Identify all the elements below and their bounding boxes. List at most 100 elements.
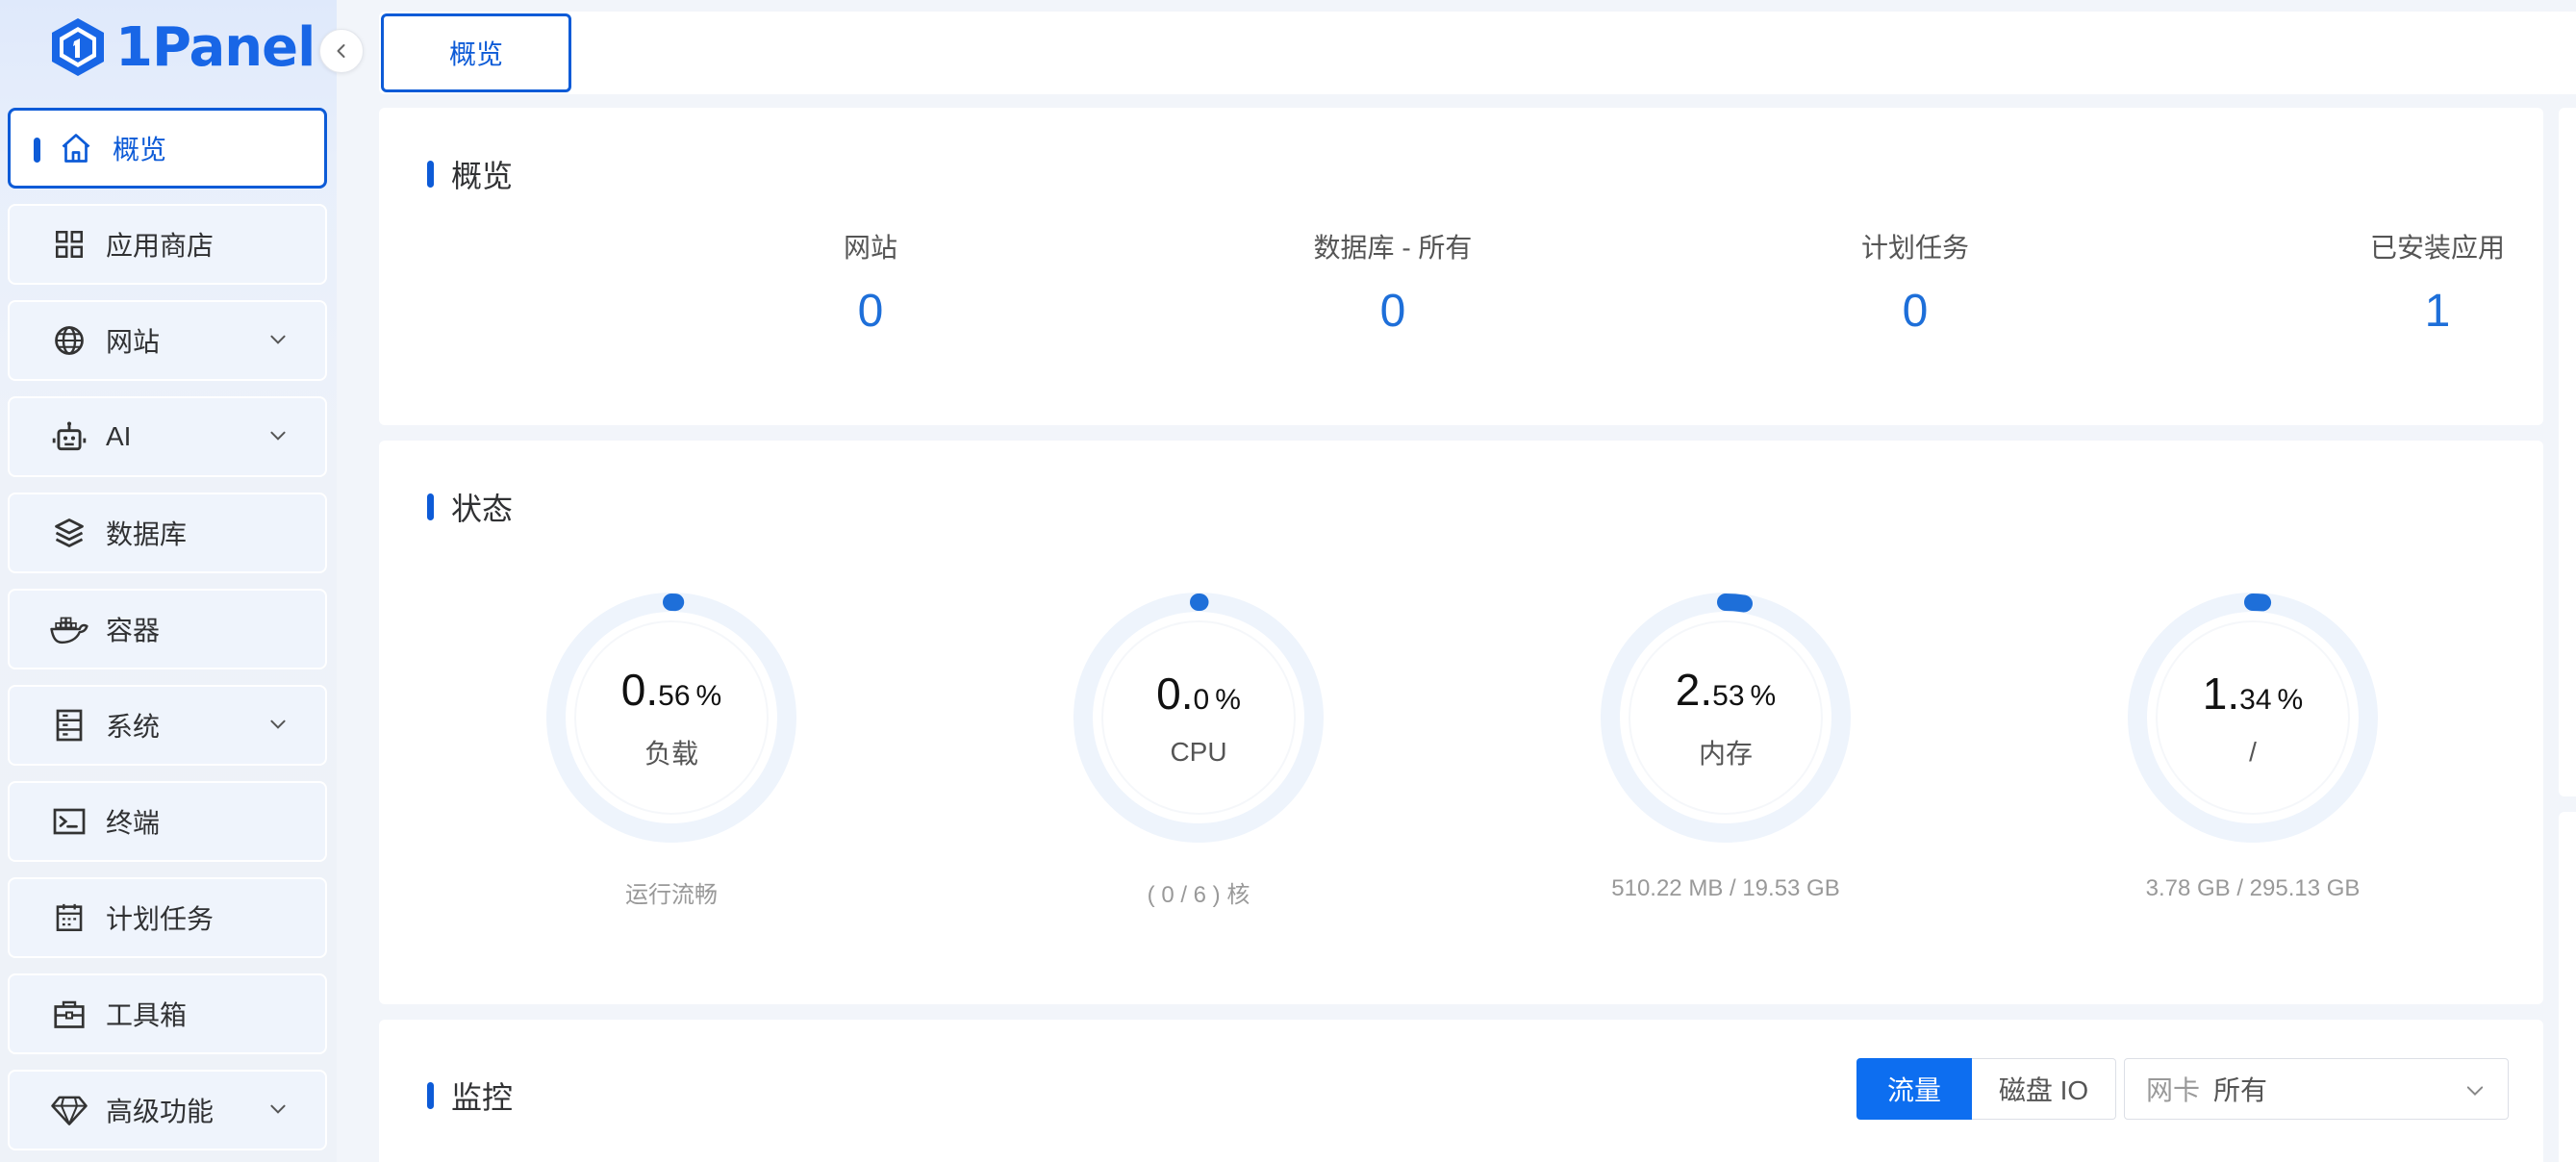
- sidebar-item-label: 终端: [106, 808, 161, 838]
- diamond-icon: [50, 1091, 88, 1129]
- sidebar-item-websites[interactable]: 网站: [8, 300, 327, 381]
- stat-label: 网站: [843, 233, 897, 263]
- gauge-detail: 运行流畅: [625, 882, 718, 908]
- disk-io-tab-button[interactable]: 磁盘 IO: [1972, 1058, 2116, 1120]
- chevron-down-icon: [267, 425, 289, 451]
- stat-value[interactable]: 0: [1200, 285, 1585, 338]
- nic-select-value: 所有: [2213, 1075, 2268, 1105]
- gauge-percent-frac: 34: [2239, 684, 2272, 716]
- logo-icon: [52, 18, 104, 76]
- sidebar-item-label: 概览: [113, 135, 167, 164]
- chevron-down-icon: [267, 714, 289, 740]
- sidebar-item-system[interactable]: 系统: [8, 685, 327, 766]
- gauge-disk[interactable]: 1. 34% / 3.78 GB / 295.13 GB: [2060, 583, 2445, 902]
- card-title-text: 监控: [451, 1080, 514, 1115]
- server-icon: [50, 706, 88, 745]
- chevron-left-icon: [337, 44, 345, 58]
- status-card: 状态 0. 56% 负载 运行流畅 0. 0 % CPU (0 / 6) 核…: [379, 441, 2543, 1004]
- network-card-select[interactable]: 网卡 所有: [2124, 1058, 2509, 1120]
- gauge-percent: 1. 34%: [2203, 668, 2303, 720]
- gauge-name: 内存: [1698, 739, 1753, 769]
- sidebar-item-toolbox[interactable]: 工具箱: [8, 973, 327, 1054]
- gauge-percent-frac: 0: [1193, 684, 1210, 716]
- stat-value[interactable]: 0: [678, 285, 1063, 338]
- monitor-title: 监控: [427, 1074, 513, 1118]
- stat-label: 计划任务: [1860, 233, 1969, 263]
- title-accent-bar: [427, 161, 434, 188]
- robot-icon: [50, 417, 88, 456]
- gauge-center: 1. 34% /: [2060, 583, 2445, 852]
- sidebar-item-advanced-features[interactable]: 高级功能: [8, 1070, 327, 1150]
- sidebar-item-database[interactable]: 数据库: [8, 493, 327, 573]
- gauge-percent-int: 1.: [2202, 669, 2240, 719]
- sidebar-item-label: AI: [106, 421, 132, 451]
- gauge-load[interactable]: 0. 56% 负载 运行流畅: [479, 583, 864, 909]
- gauge-percent-frac: 56: [658, 680, 691, 712]
- terminal-icon: [50, 802, 88, 841]
- sidebar-item-terminal[interactable]: 终端: [8, 781, 327, 862]
- gauge-percent-unit: %: [1750, 680, 1777, 712]
- chevron-down-icon: [2463, 1078, 2487, 1109]
- tab-overview[interactable]: 概览: [381, 13, 571, 92]
- layers-icon: [50, 514, 88, 552]
- title-accent-bar: [427, 1082, 434, 1109]
- sidebar-item-ai[interactable]: AI: [8, 396, 327, 477]
- nic-select-label: 网卡: [2146, 1075, 2201, 1105]
- stat-websites[interactable]: 网站 0: [678, 227, 1063, 338]
- brand-name: 1Panel: [115, 15, 316, 79]
- overview-card: 概览 网站 0 数据库 - 所有 0 计划任务 0 已安装应用 1: [379, 108, 2543, 425]
- gauge-name: CPU: [1170, 737, 1227, 767]
- gauge-percent-unit: %: [2277, 684, 2304, 716]
- calendar-icon: [50, 898, 88, 937]
- gauge-percent-unit: %: [695, 680, 722, 712]
- sidebar-item-containers[interactable]: 容器: [8, 589, 327, 669]
- home-icon: [57, 129, 95, 167]
- gauge-percent: 2. 53%: [1676, 664, 1776, 716]
- gauge-percent: 0. 0%: [1156, 668, 1241, 720]
- gauge-percent-int: 2.: [1675, 665, 1713, 715]
- stat-installed-apps[interactable]: 已安装应用 1: [2245, 227, 2576, 338]
- overview-title: 概览: [427, 152, 513, 196]
- monitor-card: 监控 流量 磁盘 IO 网卡 所有: [379, 1020, 2543, 1162]
- sidebar-item-label: 数据库: [106, 519, 188, 549]
- sidebar-collapse-button[interactable]: [319, 29, 364, 73]
- gauge-center: 0. 0% CPU: [1006, 583, 1391, 852]
- gauge-center: 0. 56% 负载: [479, 583, 864, 852]
- gauge-memory[interactable]: 2. 53% 内存 510.22 MB / 19.53 GB: [1533, 583, 1918, 902]
- sidebar-item-cron-jobs[interactable]: 计划任务: [8, 877, 327, 958]
- gauge-percent-unit: %: [1215, 684, 1241, 716]
- status-title: 状态: [427, 485, 513, 529]
- stat-databases[interactable]: 数据库 - 所有 0: [1200, 227, 1585, 338]
- stat-label: 数据库 - 所有: [1313, 233, 1473, 263]
- card-title-text: 状态: [451, 492, 514, 526]
- sidebar-item-label: 计划任务: [106, 904, 215, 934]
- stat-value[interactable]: 0: [1723, 285, 2108, 338]
- card-title-text: 概览: [451, 159, 514, 193]
- stat-label: 已安装应用: [2369, 233, 2505, 263]
- right-panel-edge: [2559, 108, 2576, 796]
- sidebar-item-label: 容器: [106, 616, 161, 645]
- sidebar-item-label: 系统: [106, 712, 161, 742]
- gauge-detail: 3.78 GB / 295.13 GB: [2145, 875, 2361, 901]
- gauge-percent-frac: 53: [1712, 680, 1745, 712]
- gauge-percent: 0. 56%: [621, 664, 721, 716]
- stat-value[interactable]: 1: [2245, 285, 2576, 338]
- sidebar-item-overview[interactable]: 概览: [8, 108, 327, 189]
- gauge-cpu[interactable]: 0. 0% CPU ( 0 / 6 ) 核: [1006, 583, 1391, 909]
- sidebar-item-label: 应用商店: [106, 231, 215, 261]
- chevron-down-icon: [267, 329, 289, 355]
- gauge-percent-int: 0.: [620, 665, 659, 715]
- app-root: 1Panel 概览 应用商店 网站 AI 数据库 容器 系统 终端 计划任务 工…: [0, 0, 2576, 1162]
- right-panel-edge: [2559, 812, 2576, 1162]
- docker-icon: [50, 610, 88, 648]
- brand-logo[interactable]: 1Panel: [48, 13, 316, 81]
- sidebar: 1Panel 概览 应用商店 网站 AI 数据库 容器 系统 终端 计划任务 工…: [0, 0, 364, 1162]
- chevron-down-icon: [267, 1099, 289, 1124]
- gauge-name: 负载: [644, 739, 698, 769]
- globe-icon: [50, 321, 88, 360]
- stat-cron-jobs[interactable]: 计划任务 0: [1723, 227, 2108, 338]
- grid-icon: [50, 225, 88, 264]
- traffic-tab-button[interactable]: 流量: [1856, 1058, 1972, 1120]
- tab-bar: 概览: [379, 12, 2576, 94]
- sidebar-item-app-store[interactable]: 应用商店: [8, 204, 327, 285]
